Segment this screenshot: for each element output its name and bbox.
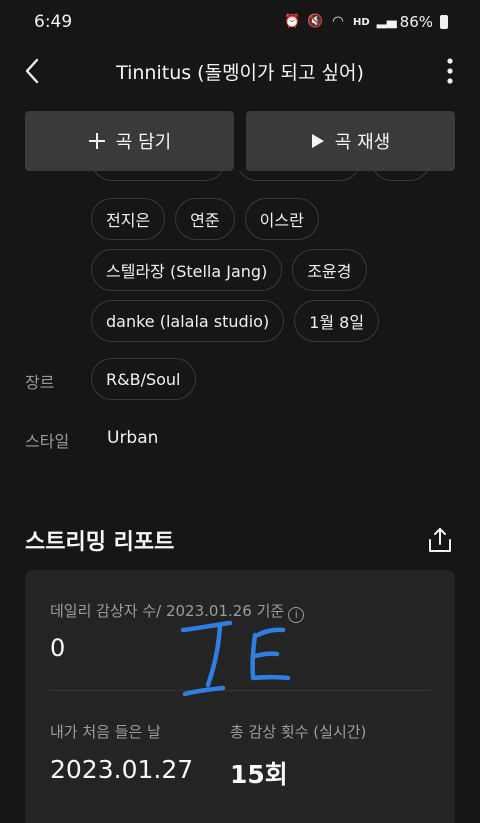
play-song-button[interactable]: 곡 재생 — [246, 111, 455, 171]
status-time: 6:49 — [34, 12, 73, 32]
share-button[interactable] — [426, 526, 454, 554]
credit-chip[interactable]: 전지은 — [91, 198, 166, 240]
style-value: Urban — [107, 428, 159, 448]
signal-icon: ▂▄ — [376, 14, 397, 29]
status-bar: 6:49 ⏰ 🔇 ◠ HD ▂▄ 86% — [0, 0, 480, 44]
credit-chip[interactable]: 연준 — [175, 198, 235, 240]
daily-listeners-value: 0 — [50, 634, 66, 662]
divider — [50, 690, 430, 691]
credit-chip[interactable] — [91, 171, 226, 181]
credit-chip[interactable]: danke (lalala studio) — [91, 300, 285, 342]
page-title: Tinnitus (돌멩이가 되고 싶어) — [116, 62, 364, 84]
hd-voice-badge: HD — [352, 16, 370, 28]
credits-row-2: 스텔라장 (Stella Jang) 조윤경 — [91, 249, 367, 291]
daily-listeners-label: 데일리 감상자 수/ 2023.01.26 기준 — [50, 602, 285, 620]
credits-row-3: danke (lalala studio) 1월 8일 — [91, 300, 380, 342]
play-icon — [311, 134, 324, 148]
streaming-report-title: 스트리밍 리포트 — [25, 530, 175, 555]
genre-chip[interactable]: R&B/Soul — [91, 358, 196, 400]
total-plays-value: 15회 — [230, 760, 288, 789]
credit-chip[interactable] — [371, 171, 431, 181]
alarm-icon: ⏰ — [283, 14, 301, 29]
genre-label: 장르 — [25, 373, 55, 392]
credits-row-clipped — [91, 171, 431, 181]
wifi-icon: ◠ — [332, 14, 344, 29]
credits-list[interactable]: 전지은 연준 이스란 스텔라장 (Stella Jang) 조윤경 danke … — [0, 171, 480, 351]
style-label: 스타일 — [25, 432, 70, 451]
credit-chip[interactable]: 1월 8일 — [294, 300, 380, 342]
play-song-label: 곡 재생 — [334, 132, 391, 153]
mute-icon: 🔇 — [306, 14, 324, 29]
more-vertical-icon — [447, 58, 453, 84]
battery-icon — [440, 15, 448, 29]
first-listen-value: 2023.01.27 — [50, 755, 194, 784]
top-nav: Tinnitus (돌멩이가 되고 싶어) — [0, 48, 480, 94]
credit-chip[interactable]: 이스란 — [244, 198, 319, 240]
credits-row-1: 전지은 연준 이스란 — [91, 198, 319, 240]
credit-chip[interactable]: 스텔라장 (Stella Jang) — [91, 249, 283, 291]
streaming-report-card: 데일리 감상자 수/ 2023.01.26 기준 i 0 내가 처음 들은 날 2… — [25, 570, 455, 823]
back-button[interactable] — [18, 56, 48, 86]
more-options-button[interactable] — [438, 56, 462, 86]
plus-icon — [88, 133, 105, 149]
status-icons: ⏰ 🔇 ◠ HD ▂▄ 86% — [284, 13, 448, 31]
daily-listeners-row: 데일리 감상자 수/ 2023.01.26 기준 i — [50, 600, 305, 623]
total-plays-label: 총 감상 횟수 (실시간) — [230, 723, 367, 741]
add-song-label: 곡 담기 — [115, 132, 172, 153]
credit-chip[interactable]: 조윤경 — [292, 249, 367, 291]
action-row: 곡 담기 곡 재생 — [25, 111, 455, 171]
battery-percent: 86% — [399, 13, 433, 31]
add-song-button[interactable]: 곡 담기 — [25, 111, 234, 171]
credit-chip[interactable] — [236, 171, 361, 181]
info-icon[interactable]: i — [288, 607, 305, 623]
first-listen-label: 내가 처음 들은 날 — [50, 723, 161, 741]
chevron-left-icon — [25, 58, 39, 84]
share-icon — [429, 528, 451, 552]
